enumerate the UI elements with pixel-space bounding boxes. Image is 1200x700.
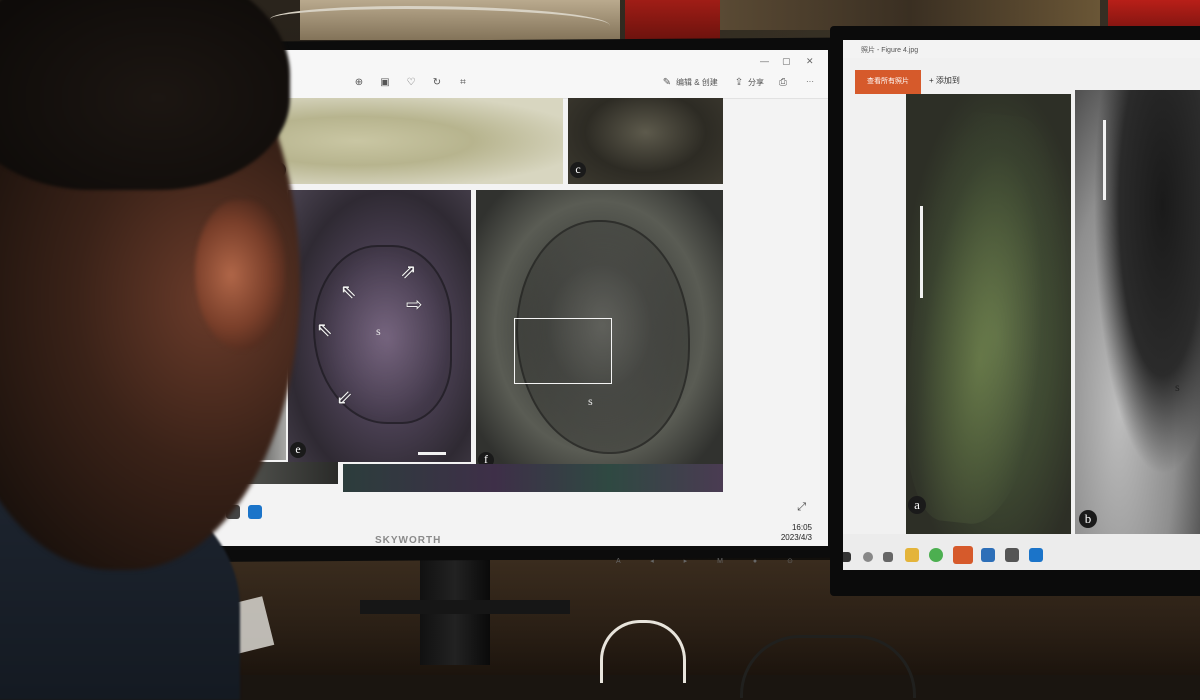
windows-taskbar: ⤢ 16:05 2023/4/3 [168,495,828,546]
figure-panel-partial [343,464,723,492]
s-label: s [376,324,381,338]
monitor-control-buttons[interactable]: A ◂ ▸ M ● ⊙ [616,557,807,565]
clock-date: 2023/4/3 [780,533,812,542]
task-view-icon[interactable] [883,552,893,562]
close-button[interactable]: ✕ [806,56,814,67]
edit-create-button[interactable]: 编辑 & 创建 [676,77,718,88]
fossil-specimen [892,107,1076,531]
cable [740,635,916,698]
expand-icon[interactable]: ⤢ [797,501,806,514]
plus-icon: + [929,76,936,85]
edit-icon[interactable]: ✎ [662,78,672,88]
window-titlebar: 照片 - Figure 4.jpg [843,40,1200,58]
add-to-label: 添加到 [935,76,960,85]
windows-start-icon[interactable] [843,552,851,562]
figure-panel-a: a [892,94,1076,534]
more-button[interactable]: ··· [806,77,814,86]
heart-icon[interactable]: ♡ [406,78,416,88]
right-monitor-screen: 照片 - Figure 4.jpg 查看所有照片 + 添加到 a s b [843,40,1200,570]
panel-label-b: b [1079,510,1097,528]
arrow-marker: ⇗ [400,261,417,283]
detail-highlight-box [514,318,612,384]
arrow-marker: ⇨ [406,294,423,316]
app-icon[interactable] [248,505,262,519]
folder-icon[interactable] [905,548,919,562]
s-label: s [1175,380,1180,394]
shelf-item [625,0,720,42]
crop-icon[interactable]: ⌗ [458,78,468,88]
chrome-icon[interactable] [929,548,943,562]
printer-icon[interactable]: ⎙ [778,78,788,88]
arrow-marker: ⇖ [316,319,333,341]
scale-bar [418,452,446,455]
scale-bar [1103,120,1106,200]
wechat-icon[interactable] [953,546,973,564]
clock-time: 16:05 [791,523,812,532]
scale-bar [920,206,923,298]
maximize-button[interactable]: ▢ [782,56,791,67]
trash-icon[interactable]: ▣ [380,78,390,88]
add-to-button[interactable]: + 添加到 [929,75,960,86]
app-icon[interactable] [1029,548,1043,562]
arrow-marker: ⇙ [336,387,353,409]
photos-icon[interactable] [1005,548,1019,562]
panel-label-a: a [908,496,926,514]
monitor-stand-base [360,600,570,614]
rotate-icon[interactable]: ↻ [432,78,442,88]
figure-panel-c: c [568,98,723,184]
fossil-shell-outline [313,245,452,424]
view-all-photos-button[interactable]: 查看所有照片 [855,70,921,94]
person-hair [0,0,290,190]
windows-taskbar [843,534,1200,570]
figure-panel-b: s b [1075,90,1200,550]
share-button[interactable]: 分享 [748,77,764,88]
figure-panel-b: b [268,98,563,184]
s-label: s [588,394,593,408]
panel-label-e: e [290,442,306,458]
person-ear [195,200,285,350]
minimize-button[interactable]: — [760,56,769,66]
monitor-brand-logo: SKYWORTH [375,535,442,546]
window-title: 照片 - Figure 4.jpg [861,47,919,54]
app-icon[interactable] [981,548,995,562]
panel-label-c: c [570,162,586,178]
zoom-in-icon[interactable]: ⊕ [354,78,364,88]
figure-panel-e: ⇗ ⇖ ⇨ ⇖ ⇙ s e [288,190,471,462]
arrow-marker: ⇖ [340,281,357,303]
taskbar-clock[interactable]: 16:05 2023/4/3 [781,523,812,543]
figure-panel-f: s f [476,190,723,476]
share-icon[interactable]: ⇪ [734,78,744,88]
search-icon[interactable] [863,552,873,562]
